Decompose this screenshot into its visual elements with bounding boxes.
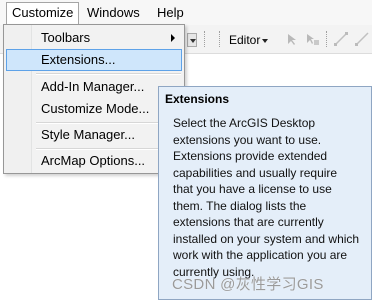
menu-item-customize-mode[interactable]: Customize Mode... xyxy=(6,98,182,120)
editor-dropdown[interactable]: Editor xyxy=(229,33,269,47)
menu-windows[interactable]: Windows xyxy=(82,3,145,22)
tooltip-title: Extensions xyxy=(165,92,230,106)
menu-item-label: Add-In Manager... xyxy=(41,79,145,94)
menu-item-label: Toolbars xyxy=(41,30,91,45)
submenu-arrow-icon xyxy=(171,34,175,42)
chevron-down-icon xyxy=(262,38,269,43)
menu-item-add-in-manager[interactable]: Add-In Manager... xyxy=(6,76,182,98)
straight-segment-icon[interactable] xyxy=(333,31,349,47)
edit-annotation-tool-icon[interactable] xyxy=(304,31,320,47)
menu-item-style-manager[interactable]: Style Manager... xyxy=(6,124,182,146)
menu-item-label: Customize Mode... xyxy=(41,101,150,116)
menu-help[interactable]: Help xyxy=(152,3,189,22)
menu-bar: Customize Windows Help xyxy=(0,0,372,26)
menu-item-toolbars[interactable]: Toolbars xyxy=(6,27,182,49)
toolbar-dropdown-button[interactable] xyxy=(187,33,197,47)
menu-item-label: ArcMap Options... xyxy=(41,153,146,168)
menu-item-label: Style Manager... xyxy=(41,127,135,142)
endpoint-arc-icon[interactable] xyxy=(354,31,370,47)
toolbar-separator xyxy=(204,31,207,47)
edit-tool-icon[interactable] xyxy=(283,31,299,47)
toolbar-separator xyxy=(326,31,329,47)
menu-separator xyxy=(36,73,181,75)
menu-item-arcmap-options[interactable]: ArcMap Options... xyxy=(6,150,182,172)
toolbar-grip[interactable] xyxy=(219,31,222,47)
menu-customize[interactable]: Customize xyxy=(6,2,80,24)
tooltip-body: Select the ArcGIS Desktop extensions you… xyxy=(173,116,360,279)
editor-label: Editor xyxy=(229,33,261,47)
extensions-tooltip: Extensions Select the ArcGIS Desktop ext… xyxy=(158,86,372,300)
menu-item-label: Extensions... xyxy=(41,52,116,67)
menu-item-extensions[interactable]: Extensions... xyxy=(6,49,182,71)
watermark: CSDN @灰性学习GIS xyxy=(172,276,324,293)
